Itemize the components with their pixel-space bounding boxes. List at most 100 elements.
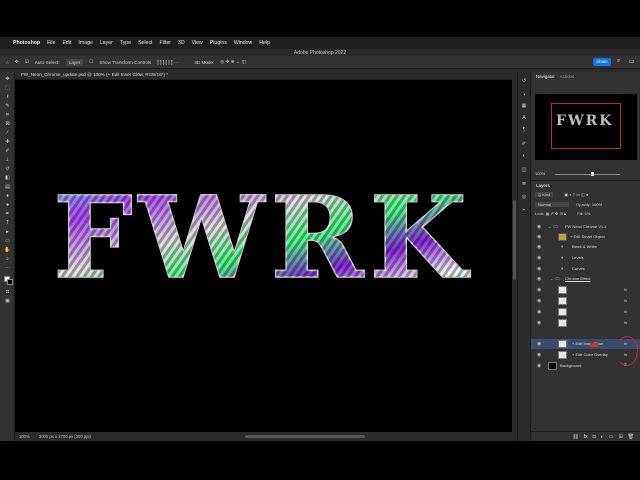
channels-icon[interactable]: ◎ [521,194,527,200]
menu-edit[interactable]: Edit [62,40,71,46]
layer-row[interactable]: ◉ fx [531,318,640,328]
menu-help[interactable]: Help [259,40,270,46]
layers-icon[interactable]: ≣ [521,181,527,187]
menu-select[interactable]: Select [138,40,152,46]
eraser-tool-icon[interactable]: ◧ [4,176,11,181]
menu-filter[interactable]: Filter [159,40,171,46]
add-style-icon[interactable]: fx [584,432,588,441]
new-group-icon[interactable]: ▭ [609,432,614,441]
add-mask-icon[interactable]: ◘ [593,432,596,441]
filter-icons[interactable]: ▣ ◐ T ▭ ◫ ● [564,192,588,197]
layer-row[interactable]: ◉ fx [531,307,640,317]
menu-plugins[interactable]: Plugins [210,40,227,46]
menu-layer[interactable]: Layer [100,40,113,46]
fill-value[interactable]: 0% [585,211,591,216]
auto-select-checkbox[interactable]: ☑ [25,59,29,65]
visibility-eye-icon[interactable]: ◉ [537,244,541,250]
tab-navigator[interactable]: Navigator [536,74,555,82]
tab-actions[interactable]: Actions [560,74,574,82]
path-select-tool-icon[interactable]: ▸ [4,230,11,235]
hand-tool-icon[interactable]: ✋ [4,248,11,253]
visibility-eye-icon[interactable]: ◉ [537,298,541,304]
gradient-tool-icon[interactable]: ▤ [4,185,11,190]
history-icon[interactable]: ↺ [521,78,527,84]
canvas[interactable]: FWRK FWRK [15,80,512,432]
marquee-tool-icon[interactable]: ⬚ [4,86,11,91]
brush-tool-icon[interactable]: ✐ [4,149,11,154]
layer-effects-icon[interactable]: fx [624,309,627,314]
menu-app-name[interactable]: Photoshop [13,40,40,46]
move-tool-icon[interactable]: ✥ [15,59,19,65]
visibility-eye-icon[interactable]: ◉ [537,287,541,293]
layer-effects-icon[interactable]: fx [624,287,627,292]
background-color-swatch[interactable] [7,279,13,285]
layer-effects-icon[interactable]: fx [624,298,627,303]
color-icon[interactable]: ◑ [521,92,527,98]
move-tool-icon[interactable]: ✥ [4,77,11,82]
layer-row[interactable]: ◉ ◐ Levels [531,253,640,263]
lock-icons[interactable]: ▦ ✐ ✥ ⊡ 🔒︎ [546,211,566,216]
visibility-eye-icon[interactable]: ◉ [537,266,541,272]
expand-chevron-icon[interactable]: ⌄ [548,224,551,229]
blend-mode-dropdown[interactable]: Normal [535,202,569,207]
quick-mask-icon[interactable]: ◘ [4,290,11,295]
blur-tool-icon[interactable]: ♦ [4,194,11,199]
eyedropper-tool-icon[interactable]: ⁄ [4,131,11,136]
vertical-scrollbar[interactable] [513,200,516,280]
navigator-zoom-knob[interactable] [591,172,594,176]
home-icon[interactable]: ⌂ [6,60,9,65]
opacity-value[interactable]: 100% [592,202,602,207]
character-icon[interactable]: A [521,115,527,121]
new-layer-icon[interactable]: ⊞ [618,432,622,441]
zoom-tool-icon[interactable]: ⌕ [4,257,11,262]
layer-row[interactable]: ◉ ⌄ ▭ FW Neon Chrome V1.1 [531,222,640,232]
menu-type[interactable]: Type [120,40,131,46]
visibility-eye-icon[interactable]: ◉ [537,363,541,369]
auto-select-dropdown[interactable]: Layer [65,58,84,66]
type-tool-icon[interactable]: T [4,221,11,226]
history-brush-tool-icon[interactable]: ↺ [4,167,11,172]
layer-row[interactable]: ◉ ◐ Curves [531,264,640,274]
navigator-zoom-slider[interactable] [555,174,620,175]
healing-tool-icon[interactable]: ✚ [4,140,11,145]
crop-tool-icon[interactable]: ⌗ [4,113,11,118]
link-layers-icon[interactable]: ⛓ [572,432,578,441]
brush-settings-icon[interactable]: ✐ [521,141,527,147]
dodge-tool-icon[interactable]: ● [4,203,11,208]
transform-checkbox[interactable]: ☐ [89,59,93,65]
adjustment-icon[interactable]: ◐ [601,432,604,441]
clone-stamp-tool-icon[interactable]: ⊥ [4,158,11,163]
paragraph-icon[interactable]: ¶ [521,127,527,133]
screen-mode-icon[interactable]: ▣ [4,299,11,304]
more-tools-icon[interactable]: ··· [4,266,11,271]
visibility-eye-icon[interactable]: ◉ [537,352,541,358]
visibility-eye-icon[interactable]: ◉ [537,224,541,230]
menu-file[interactable]: File [47,40,55,46]
status-zoom[interactable]: 100% [19,434,30,439]
quick-select-tool-icon[interactable]: ✎ [4,104,11,109]
lasso-tool-icon[interactable]: ℓ [4,95,11,100]
horizontal-scrollbar[interactable] [245,435,365,438]
layer-row[interactable]: ◉ fx [531,285,640,295]
paths-icon[interactable]: ⌁ [521,207,527,213]
layer-row[interactable]: ◉ ◐ Black & White [531,242,640,252]
search-icon[interactable]: ⌕ [617,58,620,65]
delete-layer-icon[interactable]: 🗑︎ [628,432,634,441]
libraries-icon[interactable]: ◫ [521,167,527,173]
visibility-eye-icon[interactable]: ◉ [537,255,541,261]
menu-image[interactable]: Image [78,40,92,46]
layer-row[interactable]: ◉ fx [531,296,640,306]
align-icons[interactable]: ⫿ ⫿ ⫿ ⫿ ⫿ ⫿ ··· [157,60,178,65]
adjustments-icon[interactable]: ◐ [521,153,527,159]
swatches-icon[interactable]: ▦ [521,103,527,109]
document-tab[interactable]: FW_Neon_Chrome_update.psd @ 100% (+ Edit… [15,70,512,80]
layer-effects-icon[interactable]: fx [624,320,627,325]
menu-3d[interactable]: 3D [178,40,185,46]
workspace-icon[interactable]: ▭ [629,58,635,65]
layer-row[interactable]: ◉ + Edit Smart Object [531,232,640,242]
3d-tools-icons[interactable]: ◎ ✥ ⊕ ↔ ◫ [220,59,246,65]
navigator-zoom-value[interactable]: 100% [535,171,545,176]
share-button[interactable]: Share [593,58,611,66]
visibility-eye-icon[interactable]: ◉ [537,234,541,240]
visibility-eye-icon[interactable]: ◉ [537,320,541,326]
